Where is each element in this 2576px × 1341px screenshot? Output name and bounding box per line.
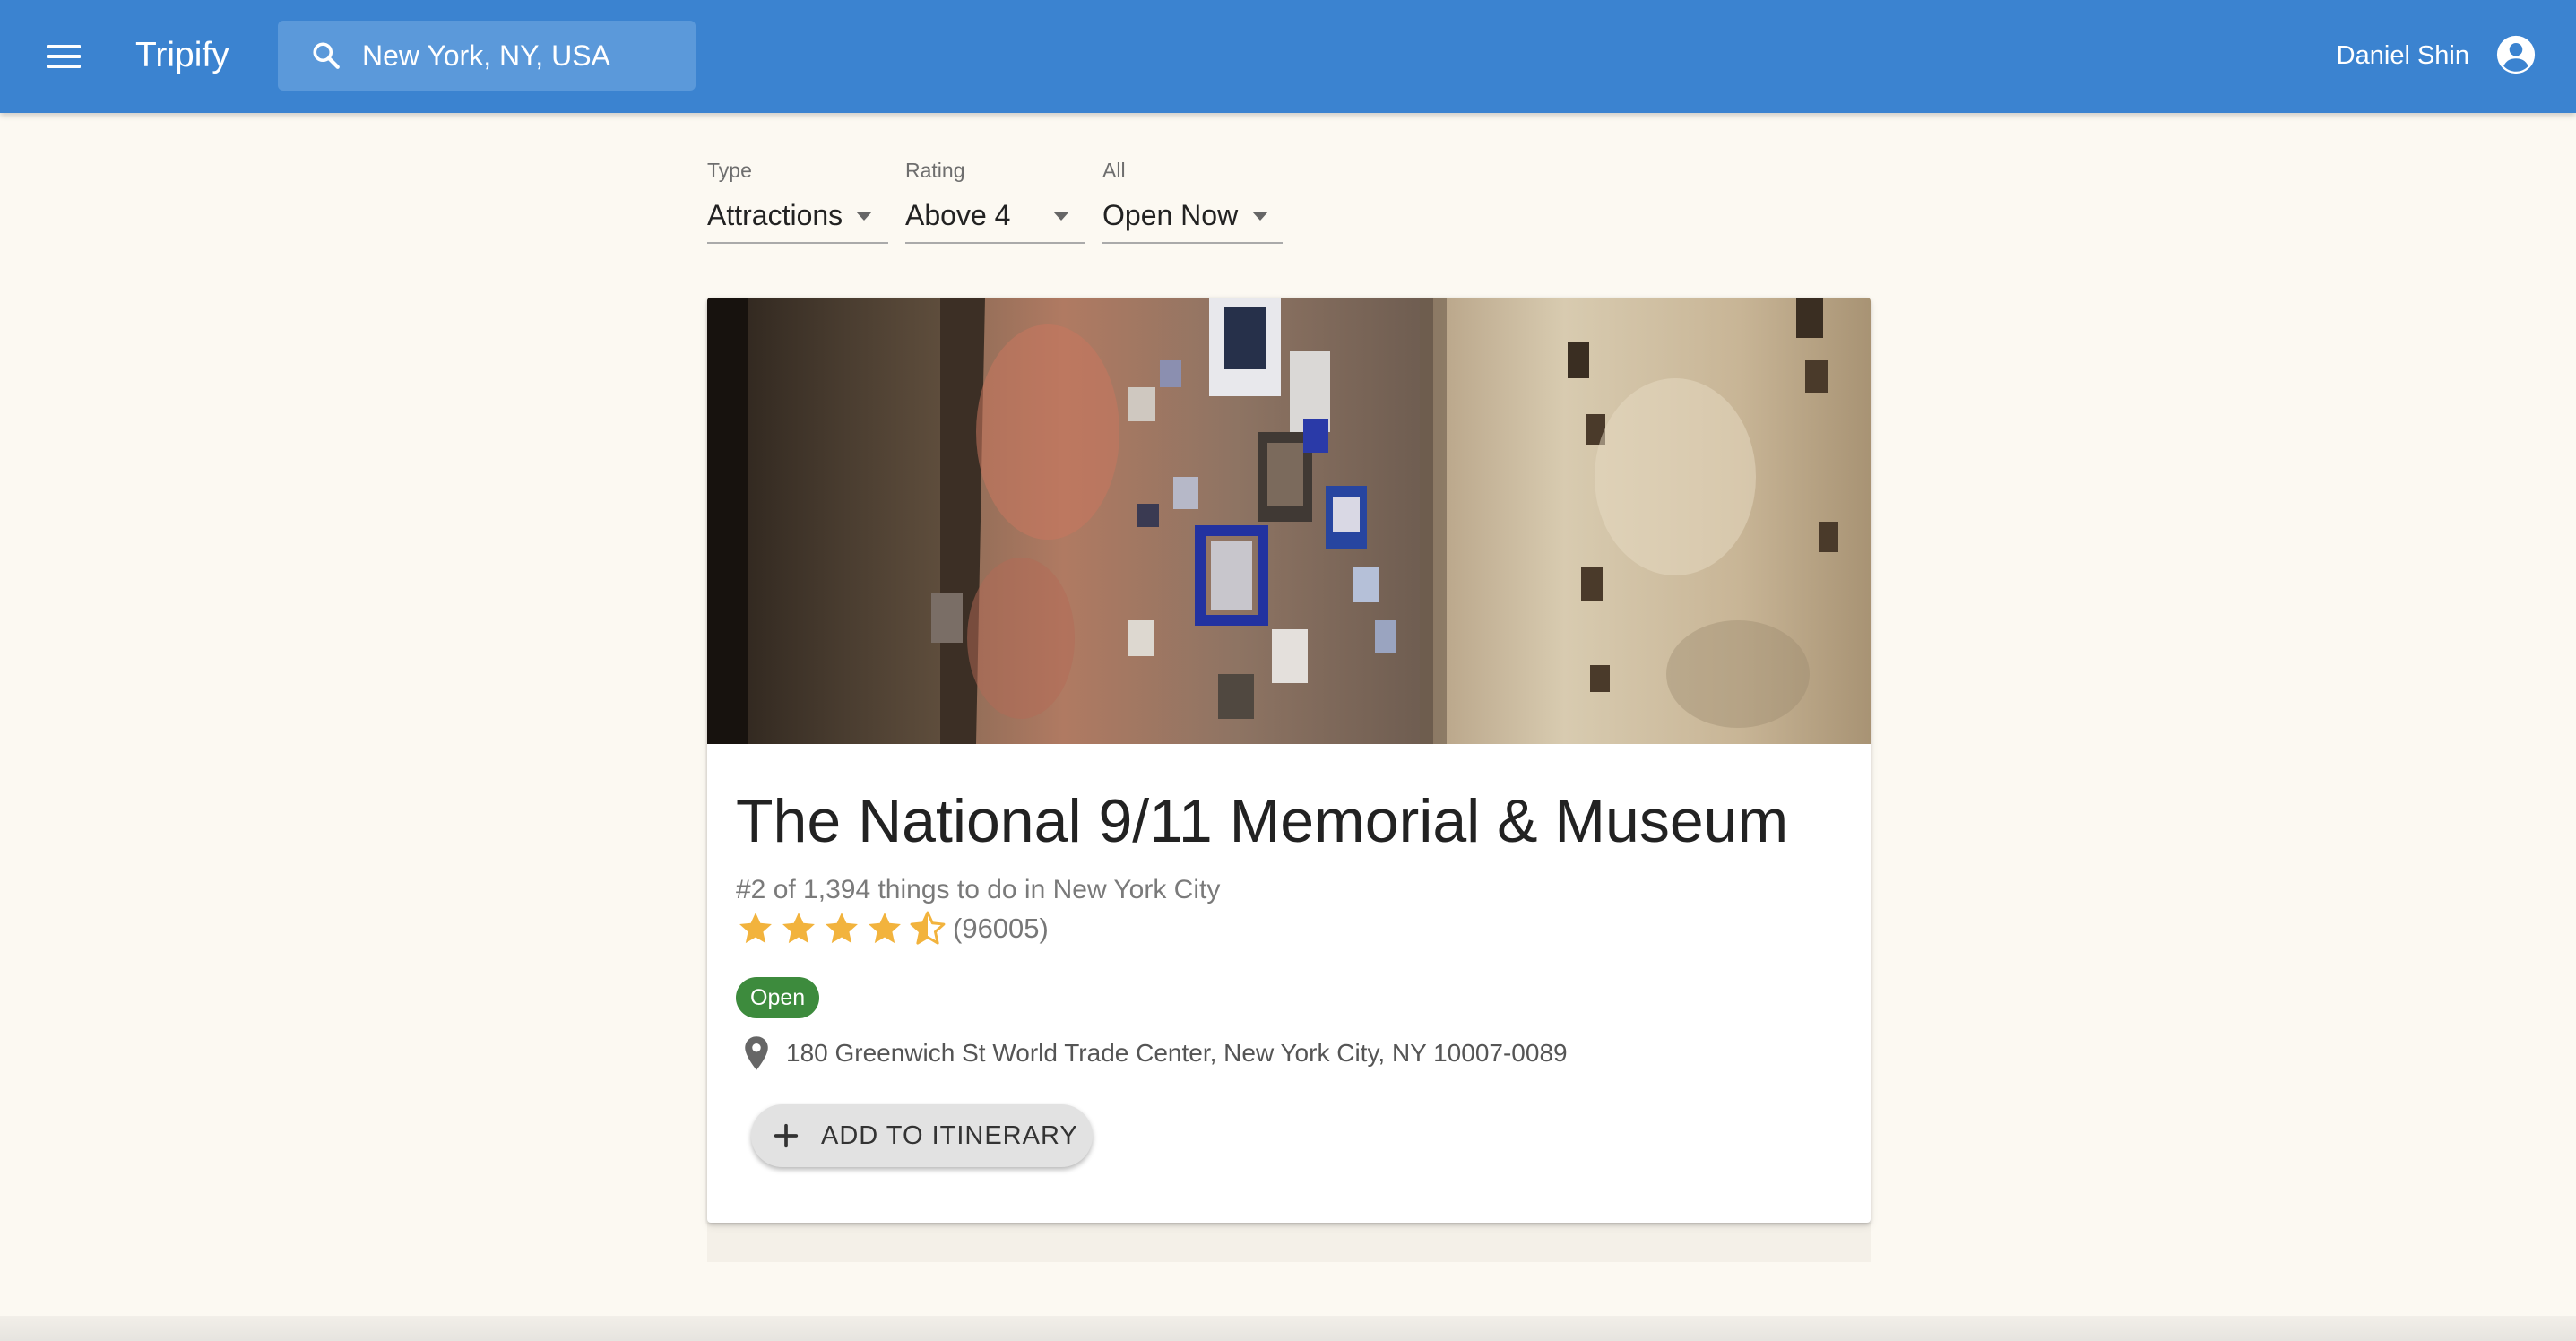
- place-title: The National 9/11 Memorial & Museum: [736, 787, 1789, 855]
- rating-dropdown-arrow-icon: [1053, 212, 1069, 221]
- star-full-icon: [739, 913, 772, 944]
- location-pin-icon: [745, 1036, 768, 1070]
- search-icon: [313, 42, 340, 69]
- type-filter-label: Type: [707, 159, 752, 182]
- type-filter[interactable]: Type Attractions: [707, 156, 888, 244]
- search-box[interactable]: [278, 21, 696, 91]
- search-input[interactable]: [362, 35, 676, 76]
- open-filter-value: Open Now: [1102, 199, 1239, 231]
- open-filter[interactable]: All Open Now: [1102, 156, 1283, 244]
- card-footer-strip: [707, 1223, 1871, 1262]
- open-filter-label: All: [1102, 159, 1126, 182]
- place-card: The National 9/11 Memorial & Museum #2 o…: [707, 298, 1871, 1223]
- rating-filter-value: Above 4: [905, 199, 1011, 231]
- star-full-icon: [869, 913, 901, 944]
- menu-icon[interactable]: [41, 36, 86, 77]
- app-title: Tripify: [135, 36, 229, 74]
- open-filter-underline: [1102, 242, 1283, 244]
- star-full-icon: [826, 913, 858, 944]
- star-full-icon: [782, 913, 815, 944]
- review-count: (96005): [953, 913, 1049, 944]
- page-footer-band: [0, 1316, 2576, 1341]
- address-row: 180 Greenwich St World Trade Center, New…: [743, 1031, 1568, 1076]
- add-to-itinerary-button[interactable]: ADD TO ITINERARY: [751, 1104, 1093, 1167]
- rating-filter-underline: [905, 242, 1085, 244]
- rating-filter-label: Rating: [905, 159, 965, 182]
- place-photo: [707, 298, 1871, 744]
- status-badge: Open: [736, 977, 820, 1018]
- place-ranking: #2 of 1,394 things to do in New York Cit…: [736, 875, 1221, 904]
- type-filter-value: Attractions: [707, 199, 843, 231]
- open-dropdown-arrow-icon: [1252, 212, 1268, 221]
- rating-filter[interactable]: Rating Above 4: [905, 156, 1085, 244]
- place-address: 180 Greenwich St World Trade Center, New…: [786, 1039, 1568, 1067]
- user-name: Daniel Shin: [2336, 41, 2469, 70]
- star-half-icon: [910, 911, 946, 945]
- star-rating: (96005): [736, 907, 1049, 950]
- plus-icon: [774, 1123, 799, 1148]
- type-filter-underline: [707, 242, 888, 244]
- add-to-itinerary-label: ADD TO ITINERARY: [821, 1120, 1078, 1150]
- account-circle-icon[interactable]: [2495, 34, 2537, 75]
- type-dropdown-arrow-icon: [856, 212, 872, 221]
- app-bar: Tripify Daniel Shin: [0, 0, 2576, 113]
